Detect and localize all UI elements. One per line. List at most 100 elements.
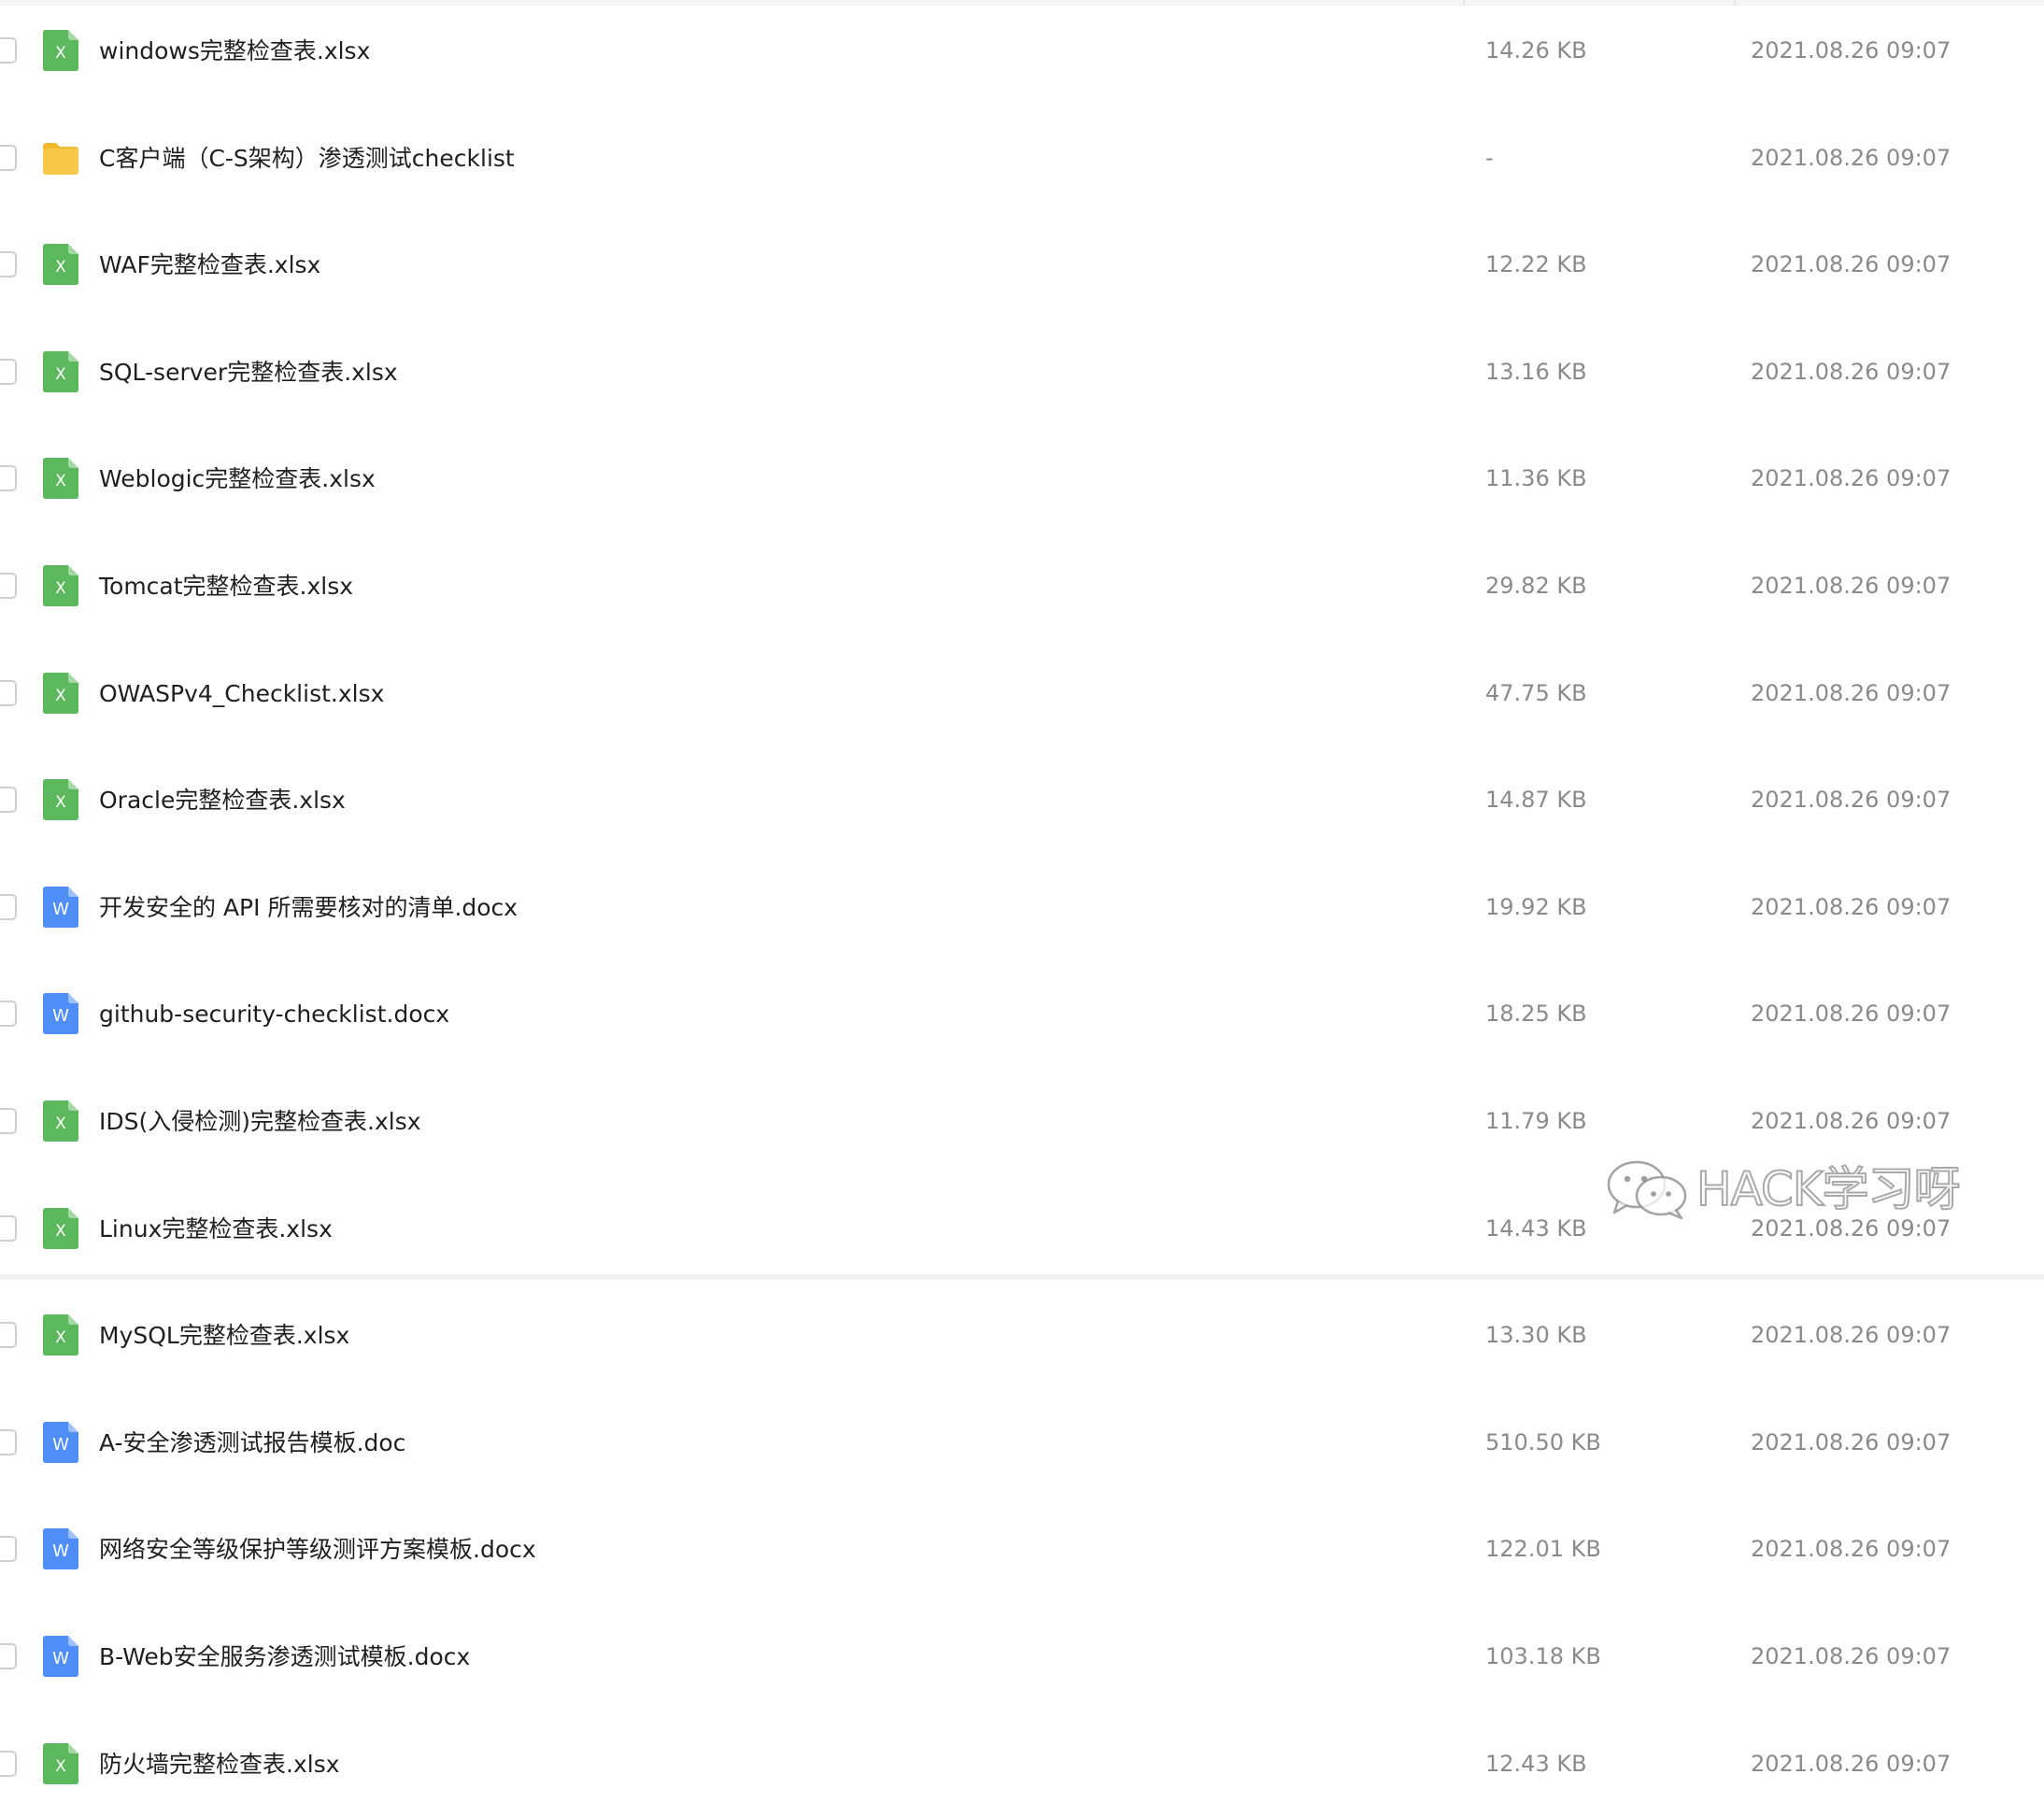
row-checkbox[interactable] xyxy=(0,1536,17,1563)
file-icon-glyph: X xyxy=(55,579,66,598)
modified-date: 2021.08.26 09:07 xyxy=(1751,37,1952,64)
file-row[interactable]: W 开发安全的 API 所需要核对的清单.docx 19.92 KB 2021.08.… xyxy=(0,870,2044,944)
row-checkbox[interactable] xyxy=(0,787,17,814)
row-checkbox[interactable] xyxy=(0,1001,17,1028)
file-size: 13.16 KB xyxy=(1485,358,1587,385)
file-name-link[interactable]: Tomcat完整检查表.xlsx xyxy=(99,548,353,623)
file-icon-glyph: X xyxy=(55,44,66,63)
excel-file-icon: X xyxy=(43,779,78,821)
wechat-icon xyxy=(1607,1160,1687,1220)
file-row[interactable]: X MySQL完整检查表.xlsx 13.30 KB 2021.08.26 09:07 xyxy=(0,1298,2044,1372)
modified-date: 2021.08.26 09:07 xyxy=(1751,144,1952,171)
file-size: 18.25 KB xyxy=(1485,1001,1587,1028)
watermark: HACK学习呀 xyxy=(1605,1157,1997,1222)
file-name-link[interactable]: OWASPv4_Checklist.xlsx xyxy=(99,656,384,731)
file-row[interactable]: W A-安全渗透测试报告模板.doc 510.50 KB 2021.08.26 09:… xyxy=(0,1405,2044,1480)
file-size: 12.22 KB xyxy=(1485,251,1587,278)
file-name-link[interactable]: IDS(入侵检测)完整检查表.xlsx xyxy=(99,1084,421,1158)
file-size: 14.43 KB xyxy=(1485,1214,1587,1242)
file-name-link[interactable]: github-security-checklist.docx xyxy=(99,976,449,1051)
file-name-link[interactable]: 开发安全的 API 所需要核对的清单.docx xyxy=(99,870,518,944)
row-checkbox[interactable] xyxy=(0,1428,17,1455)
file-icon-glyph: X xyxy=(55,1757,66,1776)
column-divider-size xyxy=(1463,0,1465,6)
file-row[interactable]: Xwindows完整检查表.xlsx 14.26 KB 2021.08.26 09:… xyxy=(0,13,2044,88)
excel-file-icon: X xyxy=(43,1100,78,1142)
list-bottom-edge xyxy=(0,1274,2044,1280)
excel-file-icon: X xyxy=(43,458,78,500)
modified-date: 2021.08.26 09:07 xyxy=(1751,1001,1952,1028)
row-checkbox[interactable] xyxy=(0,1214,17,1242)
file-name-link[interactable]: Weblogic完整检查表.xlsx xyxy=(99,441,376,516)
folder-icon xyxy=(43,137,78,178)
row-checkbox[interactable] xyxy=(0,1322,17,1349)
excel-file-icon: X xyxy=(43,244,78,286)
excel-file-icon: X xyxy=(43,672,78,714)
file-row[interactable]: C客户端（C-S架构）渗透测试checklist - 2021.08.26 09:0… xyxy=(0,121,2044,195)
file-name-link[interactable]: SQL-server完整检查表.xlsx xyxy=(99,334,398,409)
modified-date: 2021.08.26 09:07 xyxy=(1751,358,1952,385)
file-icon-glyph: W xyxy=(52,1435,69,1455)
file-row[interactable]: X OWASPv4_Checklist.xlsx 47.75 KB 2021.08.2… xyxy=(0,656,2044,731)
row-checkbox[interactable] xyxy=(0,1750,17,1777)
word-file-icon: W xyxy=(43,993,78,1035)
file-list: Xwindows完整检查表.xlsx 14.26 KB 2021.08.26 09:… xyxy=(0,0,2044,1784)
row-checkbox[interactable] xyxy=(0,573,17,599)
file-row[interactable]: X SQL-server完整检查表.xlsx 13.16 KB 2021.08.26 … xyxy=(0,334,2044,409)
file-row[interactable]: W 网络安全等级保护等级测评方案模板.docx 122.01 KB 2021.08.2… xyxy=(0,1512,2044,1586)
file-size: 19.92 KB xyxy=(1485,893,1587,920)
file-name-link[interactable]: B-Web安全服务渗透测试模板.docx xyxy=(99,1619,470,1694)
file-size: 29.82 KB xyxy=(1485,573,1587,599)
row-checkbox[interactable] xyxy=(0,144,17,171)
file-row[interactable]: X 防火墙完整检查表.xlsx 12.43 KB 2021.08.26 09:07 xyxy=(0,1726,2044,1801)
file-row[interactable]: X Oracle完整检查表.xlsx 14.87 KB 2021.08.26 09:0… xyxy=(0,762,2044,837)
file-size: 47.75 KB xyxy=(1485,679,1587,706)
file-size: - xyxy=(1485,144,1494,171)
file-name-link[interactable]: windows完整检查表.xlsx xyxy=(99,13,370,88)
file-icon-glyph: W xyxy=(52,1006,69,1026)
row-checkbox[interactable] xyxy=(0,251,17,278)
row-checkbox[interactable] xyxy=(0,1108,17,1134)
file-row[interactable]: X IDS(入侵检测)完整检查表.xlsx 11.79 KB 2021.08.26 0… xyxy=(0,1084,2044,1158)
file-name-link[interactable]: WAF完整检查表.xlsx xyxy=(99,227,320,302)
modified-date: 2021.08.26 09:07 xyxy=(1751,679,1952,706)
modified-date: 2021.08.26 09:07 xyxy=(1751,1108,1952,1134)
file-size: 13.30 KB xyxy=(1485,1322,1587,1349)
row-checkbox[interactable] xyxy=(0,37,17,64)
file-name-link[interactable]: Linux完整检查表.xlsx xyxy=(99,1191,333,1266)
file-size: 103.18 KB xyxy=(1485,1643,1601,1669)
file-name-link[interactable]: 防火墙完整检查表.xlsx xyxy=(99,1726,340,1801)
file-name-link[interactable]: C客户端（C-S架构）渗透测试checklist xyxy=(99,121,515,195)
modified-date: 2021.08.26 09:07 xyxy=(1751,1322,1952,1349)
modified-date: 2021.08.26 09:07 xyxy=(1751,1643,1952,1669)
word-file-icon: W xyxy=(43,886,78,928)
file-row[interactable]: X Tomcat完整检查表.xlsx 29.82 KB 2021.08.26 09:0… xyxy=(0,548,2044,623)
file-row[interactable]: W B-Web安全服务渗透测试模板.docx 103.18 KB 2021.08.26… xyxy=(0,1619,2044,1694)
word-file-icon: W xyxy=(43,1528,78,1570)
row-checkbox[interactable] xyxy=(0,358,17,385)
file-size: 14.87 KB xyxy=(1485,787,1587,814)
list-top-edge xyxy=(0,0,2044,6)
file-icon-glyph: X xyxy=(55,1328,66,1347)
file-icon-glyph: X xyxy=(55,687,66,705)
file-name-link[interactable]: A-安全渗透测试报告模板.doc xyxy=(99,1405,405,1480)
file-name-link[interactable]: MySQL完整检查表.xlsx xyxy=(99,1298,349,1372)
row-checkbox[interactable] xyxy=(0,893,17,920)
column-divider-date xyxy=(1734,0,1736,6)
modified-date: 2021.08.26 09:07 xyxy=(1751,251,1952,278)
file-icon-glyph: W xyxy=(52,1649,69,1668)
file-row[interactable]: X Weblogic完整检查表.xlsx 11.36 KB 2021.08.26 09… xyxy=(0,441,2044,516)
file-size: 14.26 KB xyxy=(1485,37,1587,64)
row-checkbox[interactable] xyxy=(0,465,17,492)
file-size: 510.50 KB xyxy=(1485,1428,1601,1455)
file-name-link[interactable]: 网络安全等级保护等级测评方案模板.docx xyxy=(99,1512,536,1586)
file-row[interactable]: Wgithub-security-checklist.docx 18.25 KB 2… xyxy=(0,976,2044,1051)
modified-date: 2021.08.26 09:07 xyxy=(1751,1536,1952,1563)
file-row[interactable]: X WAF完整检查表.xlsx 12.22 KB 2021.08.26 09:07 xyxy=(0,227,2044,302)
file-size: 12.43 KB xyxy=(1485,1750,1587,1777)
row-checkbox[interactable] xyxy=(0,679,17,706)
modified-date: 2021.08.26 09:07 xyxy=(1751,787,1952,814)
file-name-link[interactable]: Oracle完整检查表.xlsx xyxy=(99,762,346,837)
row-checkbox[interactable] xyxy=(0,1643,17,1669)
file-icon-glyph: X xyxy=(55,365,66,384)
